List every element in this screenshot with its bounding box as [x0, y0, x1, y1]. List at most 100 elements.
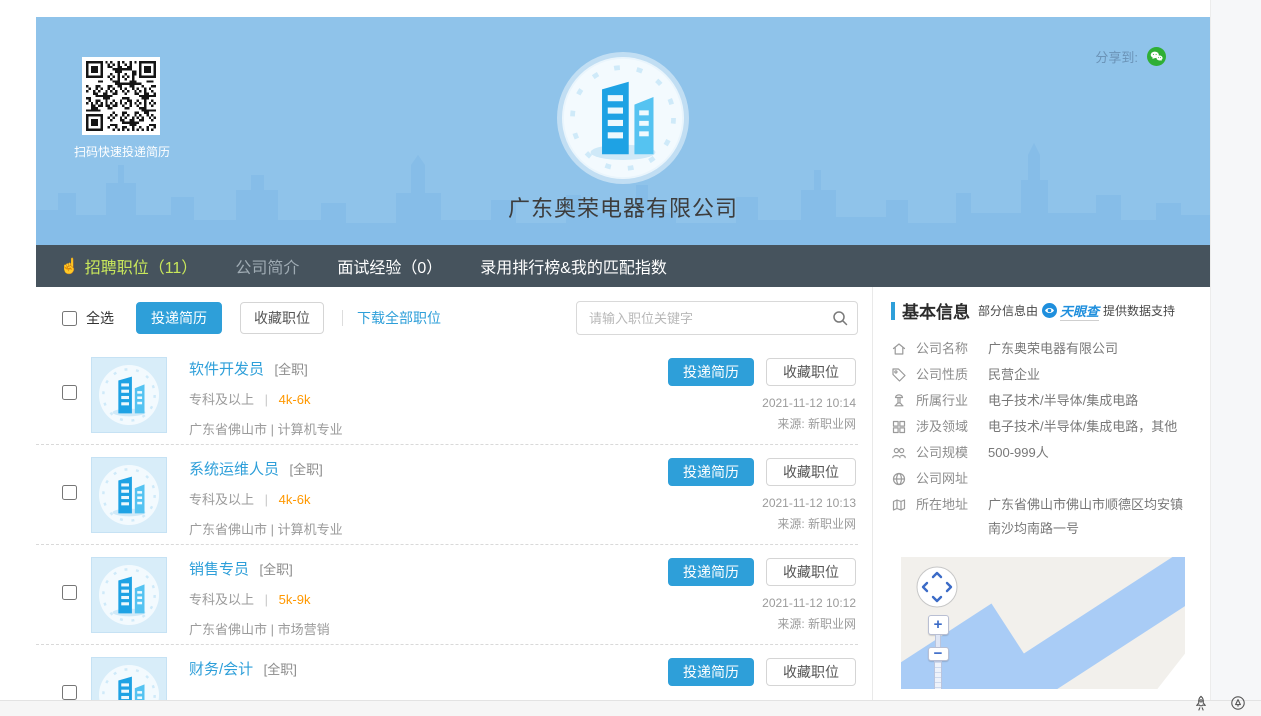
share-widget: 分享到: [1095, 47, 1166, 66]
hand-icon: ☝ [60, 257, 79, 275]
meta-separator: | [265, 492, 268, 507]
job-title-link[interactable]: 软件开发员 [189, 361, 264, 378]
job-actions: 投递简历 收藏职位 2021-11-12 10:14 来源: 新职业网 [668, 357, 856, 432]
job-education: 专科及以上 [189, 392, 254, 407]
nav-tab[interactable]: ☝ 面试经验（0） [337, 254, 442, 278]
info-value: 电子技术/半导体/集成电路 [988, 389, 1184, 413]
people-icon [891, 445, 907, 461]
apply-button[interactable]: 投递简历 [668, 558, 754, 586]
job-list-panel: 全选 投递简历 收藏职位 下载全部职位 软件开 [36, 287, 872, 716]
job-select-checkbox[interactable] [62, 485, 77, 500]
job-source: 来源: 新职业网 [668, 615, 856, 632]
company-info-row: 所在地址 广东省佛山市佛山市顺德区均安镇南沙均南路一号 [891, 493, 1210, 541]
job-actions: 投递简历 收藏职位 2021-11-12 10:12 来源: 新职业网 [668, 557, 856, 632]
job-type-label: [全职] [264, 662, 297, 677]
feedback-icon[interactable] [1230, 695, 1246, 711]
job-select-checkbox[interactable] [62, 585, 77, 600]
job-title-link[interactable]: 销售专员 [189, 561, 249, 578]
job-company-logo-box [91, 557, 167, 633]
nav-tab-label: 录用排行榜&我的匹配指数 [480, 254, 667, 278]
job-education: 专科及以上 [189, 592, 254, 607]
info-label: 公司规模 [916, 441, 978, 465]
grid-icon [891, 419, 907, 435]
map-zoom-in-button[interactable]: + [928, 615, 949, 635]
job-row: 销售专员 [全职] 专科及以上 | 5k-9k 广东省佛山市 | 市场营销 投递… [36, 545, 858, 645]
company-info-list: 公司名称 广东奥荣电器有限公司 公司性质 民营企业 所属行业 电子技术/半导体/… [891, 337, 1210, 541]
globe-icon [891, 471, 907, 487]
map-river-corner [901, 604, 1035, 689]
map-pan-control[interactable] [915, 565, 959, 609]
job-company-logo-box [91, 457, 167, 533]
nav-tab-label: 面试经验（0） [337, 254, 442, 278]
nav-tab[interactable]: ☝ 公司简介 [235, 254, 299, 278]
job-post-date: 2021-11-12 10:13 [668, 496, 856, 510]
select-all-label: 全选 [86, 308, 114, 328]
job-location-major: 广东省佛山市 | 市场营销 [189, 619, 330, 638]
info-label: 所属行业 [916, 389, 978, 413]
provider-prefix: 部分信息由 [978, 302, 1038, 319]
apply-selected-button[interactable]: 投递简历 [136, 302, 222, 334]
favorite-selected-button[interactable]: 收藏职位 [240, 302, 324, 334]
job-select-checkbox[interactable] [62, 685, 77, 700]
tianyancha-logo[interactable]: 天眼查 [1042, 301, 1099, 321]
info-value: 电子技术/半导体/集成电路，其他 [988, 415, 1184, 439]
job-title-link[interactable]: 系统运维人员 [189, 461, 279, 478]
share-label: 分享到: [1095, 47, 1138, 66]
job-list: 软件开发员 [全职] 专科及以上 | 4k-6k 广东省佛山市 | 计算机专业 … [36, 345, 858, 716]
nav-tab[interactable]: ☝ 招聘职位（11） [60, 254, 197, 278]
job-location-major: 广东省佛山市 | 计算机专业 [189, 419, 343, 438]
nav-tab-label: 公司简介 [235, 254, 299, 278]
sidebar-title: 基本信息 [902, 298, 970, 323]
qr-code [82, 57, 160, 135]
search-icon[interactable] [831, 309, 849, 327]
company-logo [98, 464, 160, 526]
info-value: 500-999人 [988, 441, 1184, 465]
job-post-date: 2021-11-12 10:12 [668, 596, 856, 610]
job-search [576, 301, 858, 335]
info-value: 广东省佛山市佛山市顺德区均安镇南沙均南路一号 [988, 493, 1184, 541]
company-logo [98, 564, 160, 626]
job-row: 系统运维人员 [全职] 专科及以上 | 4k-6k 广东省佛山市 | 计算机专业… [36, 445, 858, 545]
job-location-major: 广东省佛山市 | 计算机专业 [189, 519, 343, 538]
download-all-link[interactable]: 下载全部职位 [357, 308, 441, 328]
job-source: 来源: 新职业网 [668, 415, 856, 432]
footer-bar [0, 700, 1261, 716]
job-type-label: [全职] [259, 562, 292, 577]
company-logo [98, 364, 160, 426]
divider [342, 310, 343, 326]
tianyancha-text: 天眼查 [1060, 301, 1099, 321]
favorite-job-button[interactable]: 收藏职位 [766, 358, 856, 386]
job-salary: 4k-6k [279, 492, 311, 507]
tianyancha-icon [1042, 303, 1057, 318]
apply-button[interactable]: 投递简历 [668, 658, 754, 686]
job-select-checkbox[interactable] [62, 385, 77, 400]
job-source: 来源: 新职业网 [668, 515, 856, 532]
company-name: 广东奥荣电器有限公司 [36, 191, 1210, 223]
job-type-label: [全职] [289, 462, 322, 477]
job-title-link[interactable]: 财务/会计 [189, 661, 253, 678]
sidebar: 基本信息 部分信息由 天眼查 提供数据支持 公司名称 广东奥荣电器有限公司 公司… [872, 287, 1210, 716]
map-icon [891, 497, 907, 513]
favorite-job-button[interactable]: 收藏职位 [766, 458, 856, 486]
job-info: 软件开发员 [全职] 专科及以上 | 4k-6k 广东省佛山市 | 计算机专业 [189, 357, 343, 438]
job-education: 专科及以上 [189, 492, 254, 507]
apply-button[interactable]: 投递简历 [668, 458, 754, 486]
map[interactable]: + − [901, 557, 1185, 689]
rocket-icon[interactable] [1193, 695, 1209, 711]
company-logo [562, 57, 684, 179]
nav-tab[interactable]: ☝ 录用排行榜&我的匹配指数 [480, 254, 667, 278]
banner: 扫码快速投递简历 广东奥荣电器有限公司 分享到: [36, 17, 1210, 245]
page: 扫码快速投递简历 广东奥荣电器有限公司 分享到: ☝ 招聘职位（11） ☝ 公司… [0, 0, 1261, 716]
favorite-job-button[interactable]: 收藏职位 [766, 658, 856, 686]
job-search-input[interactable] [576, 301, 858, 335]
meta-separator: | [265, 392, 268, 407]
apply-button[interactable]: 投递简历 [668, 358, 754, 386]
job-actions: 投递简历 收藏职位 2021-11-12 10:13 来源: 新职业网 [668, 457, 856, 532]
job-post-date: 2021-11-12 10:14 [668, 396, 856, 410]
qr-caption: 扫码快速投递简历 [66, 143, 178, 160]
map-zoom-out-button[interactable]: − [928, 647, 949, 661]
select-all-checkbox[interactable] [62, 311, 77, 326]
wechat-share-icon[interactable] [1147, 47, 1166, 66]
map-zoom-slider[interactable] [934, 661, 942, 689]
favorite-job-button[interactable]: 收藏职位 [766, 558, 856, 586]
